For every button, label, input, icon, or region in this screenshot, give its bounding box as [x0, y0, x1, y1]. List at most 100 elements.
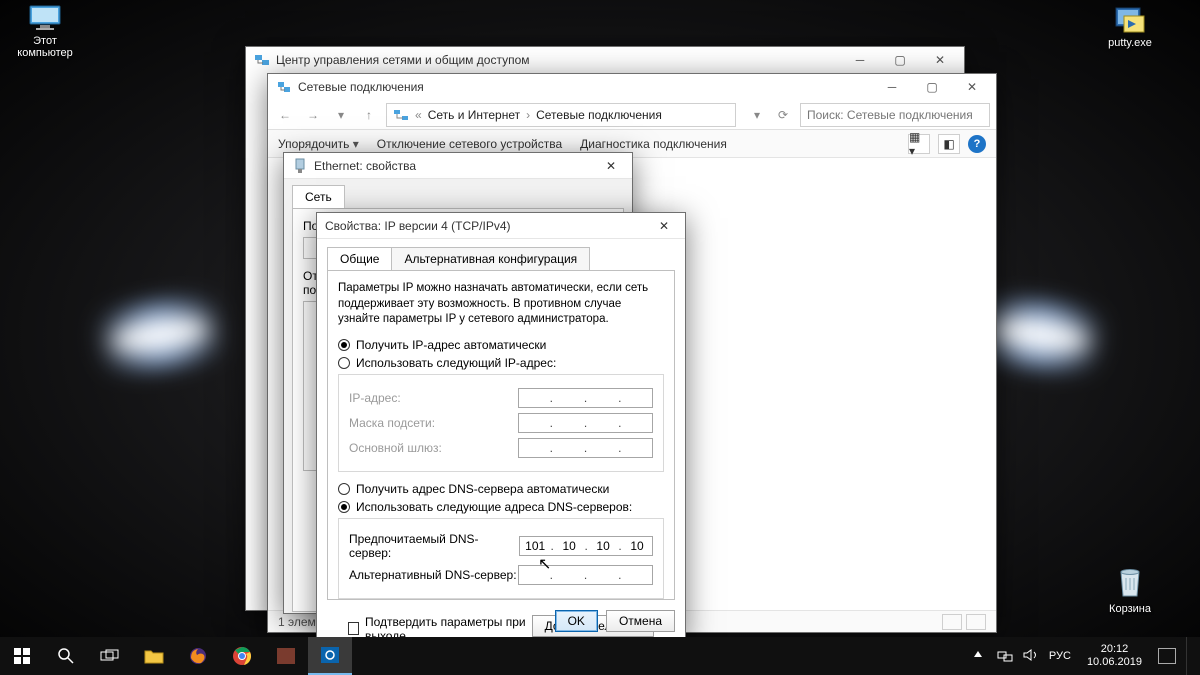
titlebar[interactable]: Сетевые подключения ─ ▢ ✕	[268, 74, 996, 100]
network-tray-icon[interactable]	[997, 648, 1013, 664]
radio-use-following-dns[interactable]: Использовать следующие адреса DNS-сервер…	[338, 500, 664, 514]
taskbar-firefox[interactable]	[176, 637, 220, 675]
window-title: Свойства: IP версии 4 (TCP/IPv4)	[325, 219, 511, 233]
preview-pane-button[interactable]: ◧	[938, 134, 960, 154]
close-button[interactable]: ✕	[594, 153, 628, 179]
address-bar[interactable]: « Сеть и Интернет › Сетевые подключения	[386, 103, 736, 127]
show-desktop-button[interactable]	[1186, 637, 1192, 675]
close-button[interactable]: ✕	[920, 47, 960, 73]
search-input[interactable]: Поиск: Сетевые подключения	[800, 103, 990, 127]
window-title: Ethernet: свойства	[314, 159, 416, 173]
disable-device-button[interactable]: Отключение сетевого устройства	[377, 137, 562, 151]
cancel-button[interactable]: Отмена	[606, 610, 675, 632]
breadcrumb[interactable]: Сетевые подключения	[536, 108, 662, 122]
up-button[interactable]: ↑	[358, 104, 380, 126]
radio-icon	[338, 357, 350, 369]
task-view-icon	[100, 649, 120, 663]
radio-icon	[338, 501, 350, 513]
back-button[interactable]: ←	[274, 104, 296, 126]
settings-window-icon	[320, 646, 340, 664]
radio-obtain-dns-auto[interactable]: Получить адрес DNS-сервера автоматически	[338, 482, 664, 496]
help-text: Параметры IP можно назначать автоматичес…	[338, 281, 664, 328]
close-button[interactable]: ✕	[952, 74, 992, 100]
preferred-dns-field[interactable]: 101. 10. 10. 10	[519, 536, 653, 556]
details-view-button[interactable]	[942, 614, 962, 630]
help-button[interactable]: ?	[968, 135, 986, 153]
window-title: Сетевые подключения	[298, 80, 424, 94]
desktop-icon-recycle-bin[interactable]: Корзина	[1095, 566, 1165, 615]
search-icon	[57, 647, 75, 665]
network-icon	[276, 79, 292, 95]
history-button[interactable]: ▾	[330, 104, 352, 126]
network-center-icon	[254, 52, 270, 68]
minimize-button[interactable]: ─	[840, 47, 880, 73]
app-icon	[276, 647, 296, 665]
tray-overflow-button[interactable]	[971, 648, 987, 664]
putty-icon	[1114, 4, 1146, 34]
task-view-button[interactable]	[88, 637, 132, 675]
subnet-mask-label: Маска подсети:	[349, 416, 435, 430]
ip-address-field: ...	[518, 388, 653, 408]
taskbar-chrome[interactable]	[220, 637, 264, 675]
taskbar-app[interactable]	[264, 637, 308, 675]
taskbar-settings[interactable]	[308, 637, 352, 675]
ok-button[interactable]: OK	[555, 610, 598, 632]
subnet-mask-field: ...	[518, 413, 653, 433]
clock-date: 10.06.2019	[1087, 656, 1142, 669]
radio-obtain-ip-auto[interactable]: Получить IP-адрес автоматически	[338, 338, 664, 352]
window-ipv4-properties: Свойства: IP версии 4 (TCP/IPv4) ✕ Общие…	[316, 212, 686, 640]
tab-general[interactable]: Общие	[327, 247, 392, 270]
desktop-icon-label: putty.exe	[1108, 37, 1152, 49]
nav-row: ← → ▾ ↑ « Сеть и Интернет › Сетевые подк…	[268, 100, 996, 130]
validate-checkbox[interactable]	[348, 622, 359, 635]
radio-icon	[338, 339, 350, 351]
taskbar-file-explorer[interactable]	[132, 637, 176, 675]
search-button[interactable]	[44, 637, 88, 675]
refresh-button[interactable]: ⟳	[772, 104, 794, 126]
maximize-button[interactable]: ▢	[912, 74, 952, 100]
recycle-bin-icon	[1115, 566, 1145, 600]
large-icons-view-button[interactable]	[966, 614, 986, 630]
desktop-icon-putty[interactable]: putty.exe	[1095, 4, 1165, 49]
chrome-icon	[232, 646, 252, 666]
window-title: Центр управления сетями и общим доступом	[276, 53, 530, 67]
system-tray: РУС 20:12 10.06.2019	[963, 637, 1200, 675]
titlebar[interactable]: Ethernet: свойства ✕	[284, 153, 632, 179]
forward-button[interactable]: →	[302, 104, 324, 126]
ip-address-label: IP-адрес:	[349, 391, 401, 405]
desktop-icon-label: Этот компьютер	[17, 35, 72, 59]
alternate-dns-label: Альтернативный DNS-сервер:	[349, 568, 517, 582]
network-icon	[393, 108, 409, 122]
windows-logo-icon	[14, 648, 30, 664]
firefox-icon	[188, 646, 208, 666]
desktop-icon-label: Корзина	[1109, 603, 1151, 615]
start-button[interactable]	[0, 637, 44, 675]
gateway-field: ...	[518, 438, 653, 458]
adapter-icon	[292, 158, 308, 174]
search-placeholder: Поиск: Сетевые подключения	[807, 108, 973, 122]
view-options-button[interactable]: ▦ ▾	[908, 134, 930, 154]
minimize-button[interactable]: ─	[872, 74, 912, 100]
preferred-dns-label: Предпочитаемый DNS-сервер:	[349, 532, 519, 560]
maximize-button[interactable]: ▢	[880, 47, 920, 73]
tab-network[interactable]: Сеть	[292, 185, 345, 208]
volume-tray-icon[interactable]	[1023, 648, 1039, 664]
action-center-button[interactable]	[1158, 648, 1176, 664]
radio-use-following-ip[interactable]: Использовать следующий IP-адрес:	[338, 356, 664, 370]
alternate-dns-field[interactable]: ...	[518, 565, 653, 585]
gateway-label: Основной шлюз:	[349, 441, 442, 455]
clock[interactable]: 20:12 10.06.2019	[1081, 643, 1148, 668]
titlebar[interactable]: Центр управления сетями и общим доступом…	[246, 47, 964, 73]
close-button[interactable]: ✕	[647, 213, 681, 239]
tab-alternate-config[interactable]: Альтернативная конфигурация	[391, 247, 590, 270]
taskbar: РУС 20:12 10.06.2019	[0, 637, 1200, 675]
language-indicator[interactable]: РУС	[1049, 650, 1071, 662]
organize-menu[interactable]: Упорядочить	[278, 137, 359, 151]
addr-dropdown-button[interactable]: ▾	[746, 104, 768, 126]
diagnose-button[interactable]: Диагностика подключения	[580, 137, 727, 151]
desktop-icon-this-pc[interactable]: Этот компьютер	[10, 4, 80, 59]
titlebar[interactable]: Свойства: IP версии 4 (TCP/IPv4) ✕	[317, 213, 685, 239]
folder-icon	[144, 648, 164, 664]
monitor-icon	[28, 4, 62, 32]
breadcrumb[interactable]: Сеть и Интернет	[428, 108, 520, 122]
